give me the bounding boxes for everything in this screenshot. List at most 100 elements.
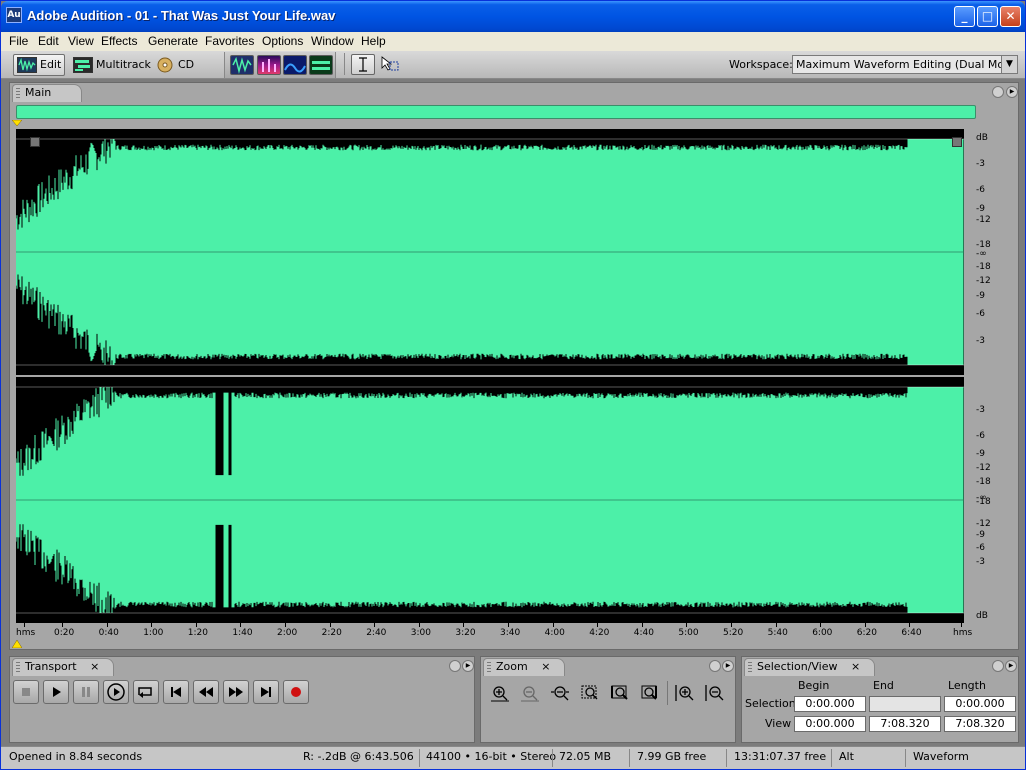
- zoom-to-left-edge-button[interactable]: [608, 682, 632, 704]
- time-ruler-label: 6:20: [856, 628, 878, 638]
- waveform-display-button[interactable]: [230, 55, 254, 75]
- time-ruler-tick: [641, 623, 643, 627]
- time-ruler-tick: [820, 623, 822, 627]
- zoom-in-horizontal-button[interactable]: [488, 682, 512, 704]
- menu-file[interactable]: File: [9, 34, 28, 48]
- maximize-button[interactable]: □: [977, 6, 998, 27]
- go-to-end-button[interactable]: [253, 680, 279, 704]
- panel-grip-icon[interactable]: [449, 660, 461, 672]
- time-ruler-tick: [195, 623, 197, 627]
- zoom-out-full-button[interactable]: [548, 682, 572, 704]
- time-ruler-tick: [285, 623, 286, 627]
- marquee-tool-button[interactable]: [379, 54, 403, 75]
- selection-begin-field[interactable]: 0:00.000: [794, 696, 866, 712]
- panel-menu-icon[interactable]: ▶: [1005, 660, 1017, 672]
- zoom-to-right-edge-icon: [641, 685, 657, 700]
- workspace-select[interactable]: Maximum Waveform Editing (Dual Monitor) …: [792, 55, 1018, 74]
- menu-view[interactable]: View: [68, 34, 94, 48]
- db-scale-label: -18: [976, 497, 991, 507]
- close-button[interactable]: ✕: [1000, 6, 1021, 27]
- zoom-to-right-edge-button[interactable]: [638, 682, 662, 704]
- time-ruler-label: 3:40: [500, 628, 521, 638]
- status-level: R: -.2dB @ 6:43.506: [303, 750, 414, 763]
- zoom-to-left-edge-icon: [611, 685, 628, 700]
- play-to-end-icon: [107, 683, 125, 701]
- right-channel[interactable]: [16, 377, 964, 623]
- time-ruler-label: 1:20: [187, 628, 209, 638]
- panel-grip-icon[interactable]: [487, 662, 491, 672]
- spectral-frequency-button[interactable]: [257, 55, 281, 75]
- overview-bar[interactable]: [16, 105, 976, 119]
- time-ruler[interactable]: hms 0:20 0:40 1:00 1:20 1:40 2:00 2:20 2:40 3:00 3…: [16, 623, 976, 643]
- spectral-pan-button[interactable]: [283, 55, 307, 75]
- db-scale-label: -18: [976, 477, 991, 487]
- fast-forward-button[interactable]: [223, 680, 249, 704]
- db-scale: dB -3 -6 -9 -12 -18 -∞ -18 -12 -9 -6 -3 -3 -6 -9 -12 -18…: [968, 129, 1008, 623]
- play-button[interactable]: [43, 680, 69, 704]
- minimize-button[interactable]: _: [954, 6, 975, 27]
- menu-window[interactable]: Window: [311, 34, 354, 48]
- playhead-bottom-marker-icon[interactable]: [12, 640, 22, 648]
- zoom-out-vertical-button[interactable]: [702, 682, 726, 704]
- dropdown-arrow-icon[interactable]: ▼: [1001, 56, 1017, 73]
- spectral-phase-icon: [312, 61, 330, 70]
- tab-selection-view[interactable]: Selection/View ×: [744, 658, 876, 676]
- zoom-to-selection-button[interactable]: [578, 682, 602, 704]
- cd-view-button[interactable]: CD: [151, 54, 197, 76]
- menu-options[interactable]: Options: [262, 34, 303, 48]
- record-button[interactable]: [283, 680, 309, 704]
- time-ruler-tick: [24, 623, 25, 627]
- spectral-phase-button[interactable]: [309, 55, 333, 75]
- zoom-out-horizontal-button[interactable]: [518, 682, 542, 704]
- go-to-beginning-button[interactable]: [163, 680, 189, 704]
- rewind-button[interactable]: [193, 680, 219, 704]
- time-selection-tool-button[interactable]: [351, 54, 375, 75]
- panel-menu-icon[interactable]: ▶: [1006, 86, 1018, 98]
- pause-button[interactable]: [73, 680, 99, 704]
- selection-length-field[interactable]: 0:00.000: [944, 696, 1016, 712]
- selection-end-field[interactable]: [869, 696, 941, 712]
- menu-generate[interactable]: Generate: [148, 34, 198, 48]
- time-ruler-label: 3:00: [410, 628, 432, 638]
- tab-main[interactable]: Main: [12, 84, 83, 102]
- time-ruler-tick: [552, 623, 554, 627]
- panel-grip-icon[interactable]: [748, 662, 752, 672]
- close-tab-icon[interactable]: ×: [90, 660, 99, 673]
- multitrack-view-button[interactable]: Multitrack: [69, 54, 151, 76]
- time-ruler-label: 4:40: [633, 628, 655, 638]
- panel-grip-icon[interactable]: [16, 662, 20, 672]
- menu-effects[interactable]: Effects: [101, 34, 137, 48]
- fade-in-handle-icon[interactable]: [30, 137, 40, 147]
- title-bar[interactable]: Au Adobe Audition - 01 - That Was Just Y…: [1, 1, 1025, 32]
- time-ruler-tick: [463, 623, 465, 627]
- menu-help[interactable]: Help: [361, 34, 386, 48]
- close-tab-icon[interactable]: ×: [541, 660, 550, 673]
- panel-menu-icon[interactable]: ▶: [462, 660, 474, 672]
- panel-menu-icon[interactable]: ▶: [722, 660, 734, 672]
- menu-favorites[interactable]: Favorites: [205, 34, 254, 48]
- panel-grip-icon[interactable]: [16, 88, 20, 98]
- view-end-field[interactable]: 7:08.320: [869, 716, 941, 732]
- playhead-marker-icon[interactable]: [12, 120, 22, 126]
- zoom-in-vertical-button[interactable]: [672, 682, 696, 704]
- right-channel-waveform: [16, 386, 964, 614]
- loop-button[interactable]: [133, 680, 159, 704]
- view-begin-field[interactable]: 0:00.000: [794, 716, 866, 732]
- panel-grip-icon[interactable]: [992, 660, 1004, 672]
- fade-out-handle-icon[interactable]: [952, 137, 962, 147]
- tab-transport[interactable]: Transport ×: [12, 658, 115, 676]
- selection-row-label: Selection: [745, 697, 796, 710]
- left-channel[interactable]: [16, 129, 964, 375]
- close-tab-icon[interactable]: ×: [851, 660, 860, 673]
- edit-view-button[interactable]: Edit: [13, 54, 65, 76]
- panel-grip-icon[interactable]: [992, 86, 1004, 98]
- play-to-end-button[interactable]: [103, 680, 129, 704]
- db-scale-label: -6: [976, 185, 985, 195]
- tab-zoom[interactable]: Zoom ×: [483, 658, 566, 676]
- menu-edit[interactable]: Edit: [38, 34, 59, 48]
- panel-grip-icon[interactable]: [709, 660, 721, 672]
- view-length-field[interactable]: 7:08.320: [944, 716, 1016, 732]
- stop-button[interactable]: [13, 680, 39, 704]
- waveform-display[interactable]: [16, 129, 964, 623]
- time-ruler-label: 6:00: [812, 628, 833, 638]
